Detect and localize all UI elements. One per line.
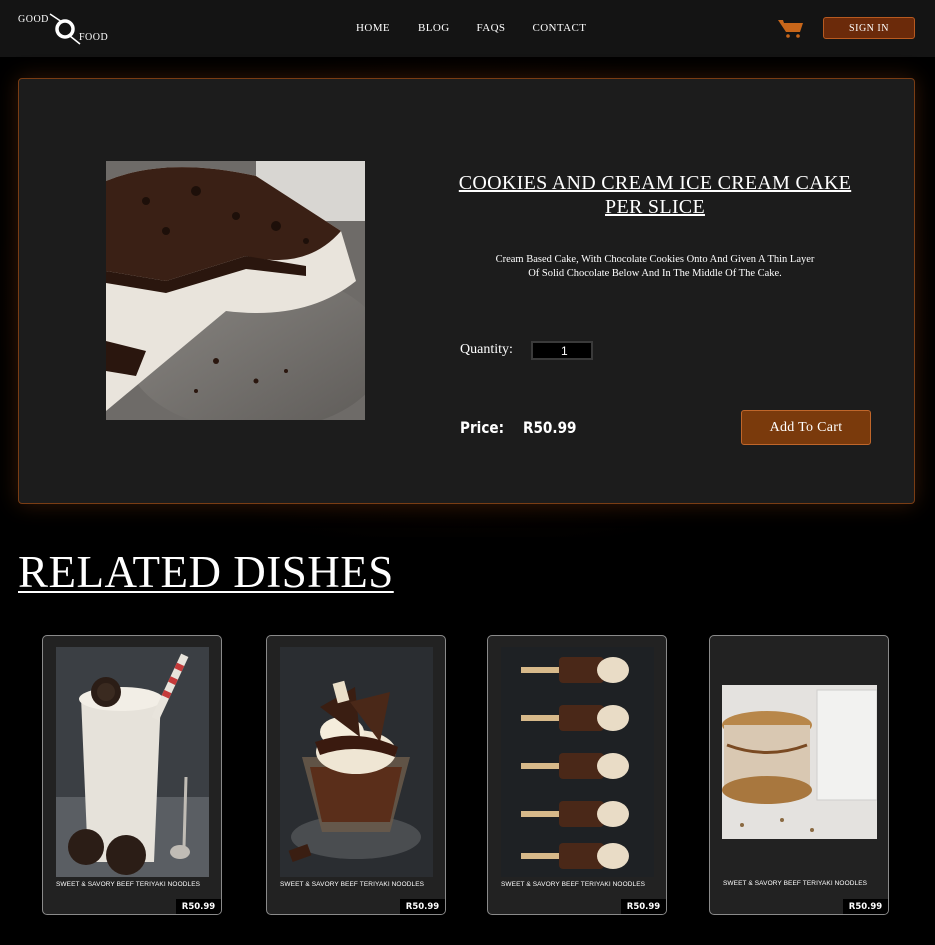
card-name: SWEET & SAVORY BEEF TERIYAKI NOODLES	[280, 881, 425, 888]
cookies-milkshake-image	[56, 647, 209, 877]
card-name: SWEET & SAVORY BEEF TERIYAKI NOODLES	[501, 881, 646, 888]
product-title: COOKIES AND CREAM ICE CREAM CAKE PER SLI…	[458, 172, 852, 218]
logo-text-bottom: FOOD	[79, 32, 109, 43]
sign-in-button[interactable]: SIGN IN	[823, 17, 915, 39]
smores-pops-image	[501, 647, 654, 877]
nav-link-contact[interactable]: CONTACT	[532, 22, 586, 34]
quantity-label: Quantity:	[460, 342, 513, 357]
quantity-input[interactable]	[531, 341, 593, 360]
logo-mark-icon	[49, 13, 81, 45]
logo-text-top: GOOD	[18, 14, 49, 25]
related-card[interactable]: SWEET & SAVORY BEEF TERIYAKI NOODLES R50…	[487, 635, 667, 915]
price-value: R50.99	[523, 418, 577, 437]
related-dishes-heading: RELATED DISHES	[18, 547, 394, 597]
card-name: SWEET & SAVORY BEEF TERIYAKI NOODLES	[56, 881, 201, 888]
card-price-badge: R50.99	[621, 899, 666, 914]
nav-link-home[interactable]: HOME	[356, 22, 390, 34]
top-navbar: GOOD FOOD HOME BLOG FAQS CONTACT SIGN IN	[0, 0, 935, 57]
ice-cream-sandwich-image	[722, 685, 877, 839]
nav-link-faqs[interactable]: FAQS	[477, 22, 506, 34]
add-to-cart-button[interactable]: Add To Cart	[741, 410, 871, 445]
related-card[interactable]: SWEET & SAVORY BEEF TERIYAKI NOODLES R50…	[266, 635, 446, 915]
related-card[interactable]: SWEET & SAVORY BEEF TERIYAKI NOODLES R50…	[709, 635, 889, 915]
card-name: SWEET & SAVORY BEEF TERIYAKI NOODLES	[723, 880, 868, 887]
price-label: Price:	[460, 418, 505, 437]
chocolate-sundae-image	[280, 647, 433, 877]
site-logo[interactable]: GOOD FOOD	[18, 12, 118, 46]
nav-link-blog[interactable]: BLOG	[418, 22, 450, 34]
product-image	[106, 161, 365, 420]
product-description: Cream Based Cake, With Chocolate Cookies…	[495, 254, 815, 279]
card-price-badge: R50.99	[400, 899, 445, 914]
shopping-cart-icon[interactable]	[778, 17, 804, 39]
main-menu: HOME BLOG FAQS CONTACT	[356, 22, 586, 34]
card-price-badge: R50.99	[176, 899, 221, 914]
related-card[interactable]: SWEET & SAVORY BEEF TERIYAKI NOODLES R50…	[42, 635, 222, 915]
card-price-badge: R50.99	[843, 899, 888, 914]
